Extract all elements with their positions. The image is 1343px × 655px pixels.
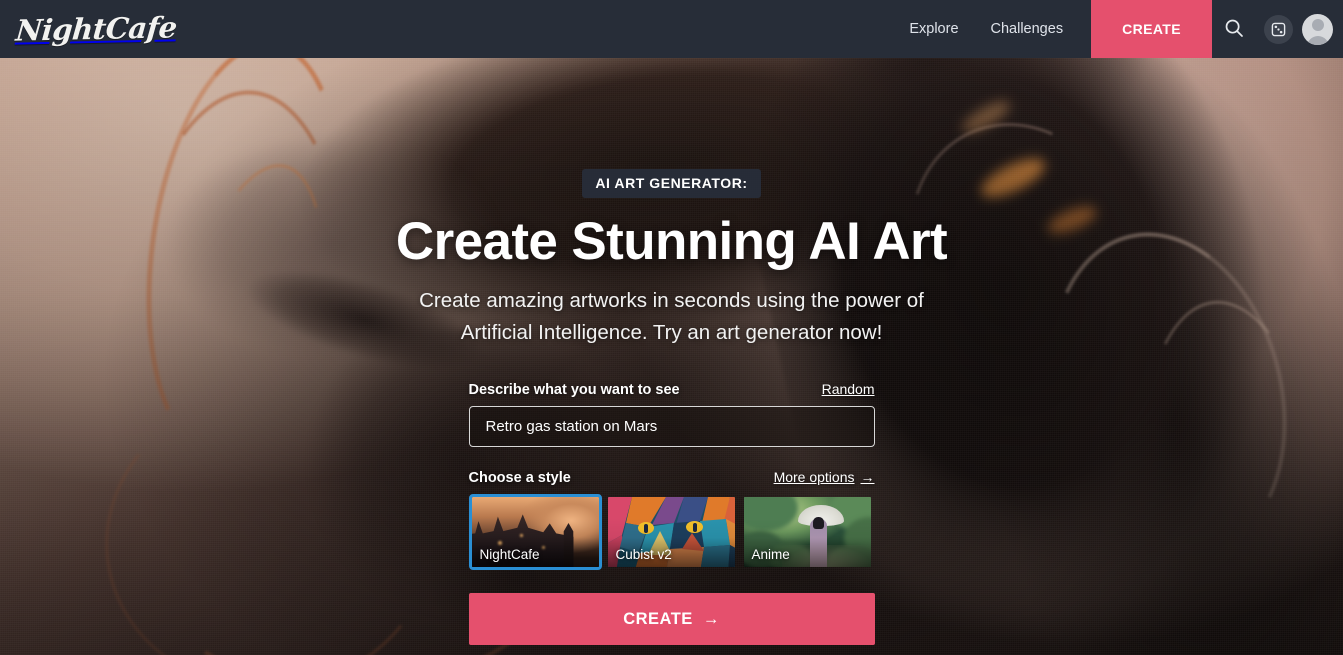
prompt-label: Describe what you want to see xyxy=(468,382,680,398)
style-label: Choose a style xyxy=(468,470,571,486)
search-button[interactable] xyxy=(1212,0,1256,58)
prompt-header-row: Describe what you want to see Random xyxy=(469,381,875,398)
create-button-label: CREATE xyxy=(623,609,693,628)
more-options-label: More options xyxy=(773,469,855,485)
avatar-body xyxy=(1306,35,1329,45)
page-title: Create Stunning AI Art xyxy=(395,212,948,271)
search-icon xyxy=(1224,18,1244,41)
brand-logo[interactable]: NightCafe xyxy=(14,10,179,48)
nav-create-button[interactable]: CREATE xyxy=(1091,0,1212,58)
nav-link-explore[interactable]: Explore xyxy=(893,0,974,58)
style-card-label: Anime xyxy=(751,547,790,562)
random-prompt-link[interactable]: Random xyxy=(822,381,875,397)
arrow-right-icon: → xyxy=(860,469,875,485)
brand-logo-text: NightCafe xyxy=(14,10,179,48)
nav-right-group: Explore Challenges CREATE xyxy=(893,0,1343,58)
style-picker: NightCafe Cubist v2 Anime xyxy=(468,494,875,570)
random-dice-button[interactable] xyxy=(1256,0,1300,58)
top-navigation-bar: NightCafe Explore Challenges CREATE xyxy=(0,0,1343,58)
figure-hair xyxy=(812,517,824,529)
style-header-row: Choose a style More options → xyxy=(469,469,875,486)
nav-link-challenges[interactable]: Challenges xyxy=(975,0,1080,58)
hero-subtitle-line-2: Artificial Intelligence. Try an art gene… xyxy=(460,321,883,344)
generator-form: Describe what you want to see Random Cho… xyxy=(468,381,875,655)
more-options-link[interactable]: More options → xyxy=(774,469,875,485)
style-card-nightcafe[interactable]: NightCafe xyxy=(468,494,602,570)
hero-subtitle-line-1: Create amazing artworks in seconds using… xyxy=(419,289,924,312)
dice-icon xyxy=(1263,14,1293,44)
avatar-head xyxy=(1311,18,1324,31)
arrow-right-icon: → xyxy=(702,609,720,628)
hero-section: AI ART GENERATOR: Create Stunning AI Art… xyxy=(0,58,1343,655)
nightcafe-landing-page: NightCafe Explore Challenges CREATE AI A… xyxy=(0,0,1343,655)
avatar[interactable] xyxy=(1302,13,1333,45)
style-card-label: NightCafe xyxy=(479,547,540,562)
prompt-input[interactable] xyxy=(468,406,875,447)
style-card-label: Cubist v2 xyxy=(615,547,672,562)
style-card-cubist-v2[interactable]: Cubist v2 xyxy=(605,494,738,570)
hero-subtitle: Create amazing artworks in seconds using… xyxy=(419,285,924,349)
create-button[interactable]: CREATE → xyxy=(468,593,875,645)
style-card-anime[interactable]: Anime xyxy=(741,494,874,570)
hero-badge: AI ART GENERATOR: xyxy=(582,169,761,198)
